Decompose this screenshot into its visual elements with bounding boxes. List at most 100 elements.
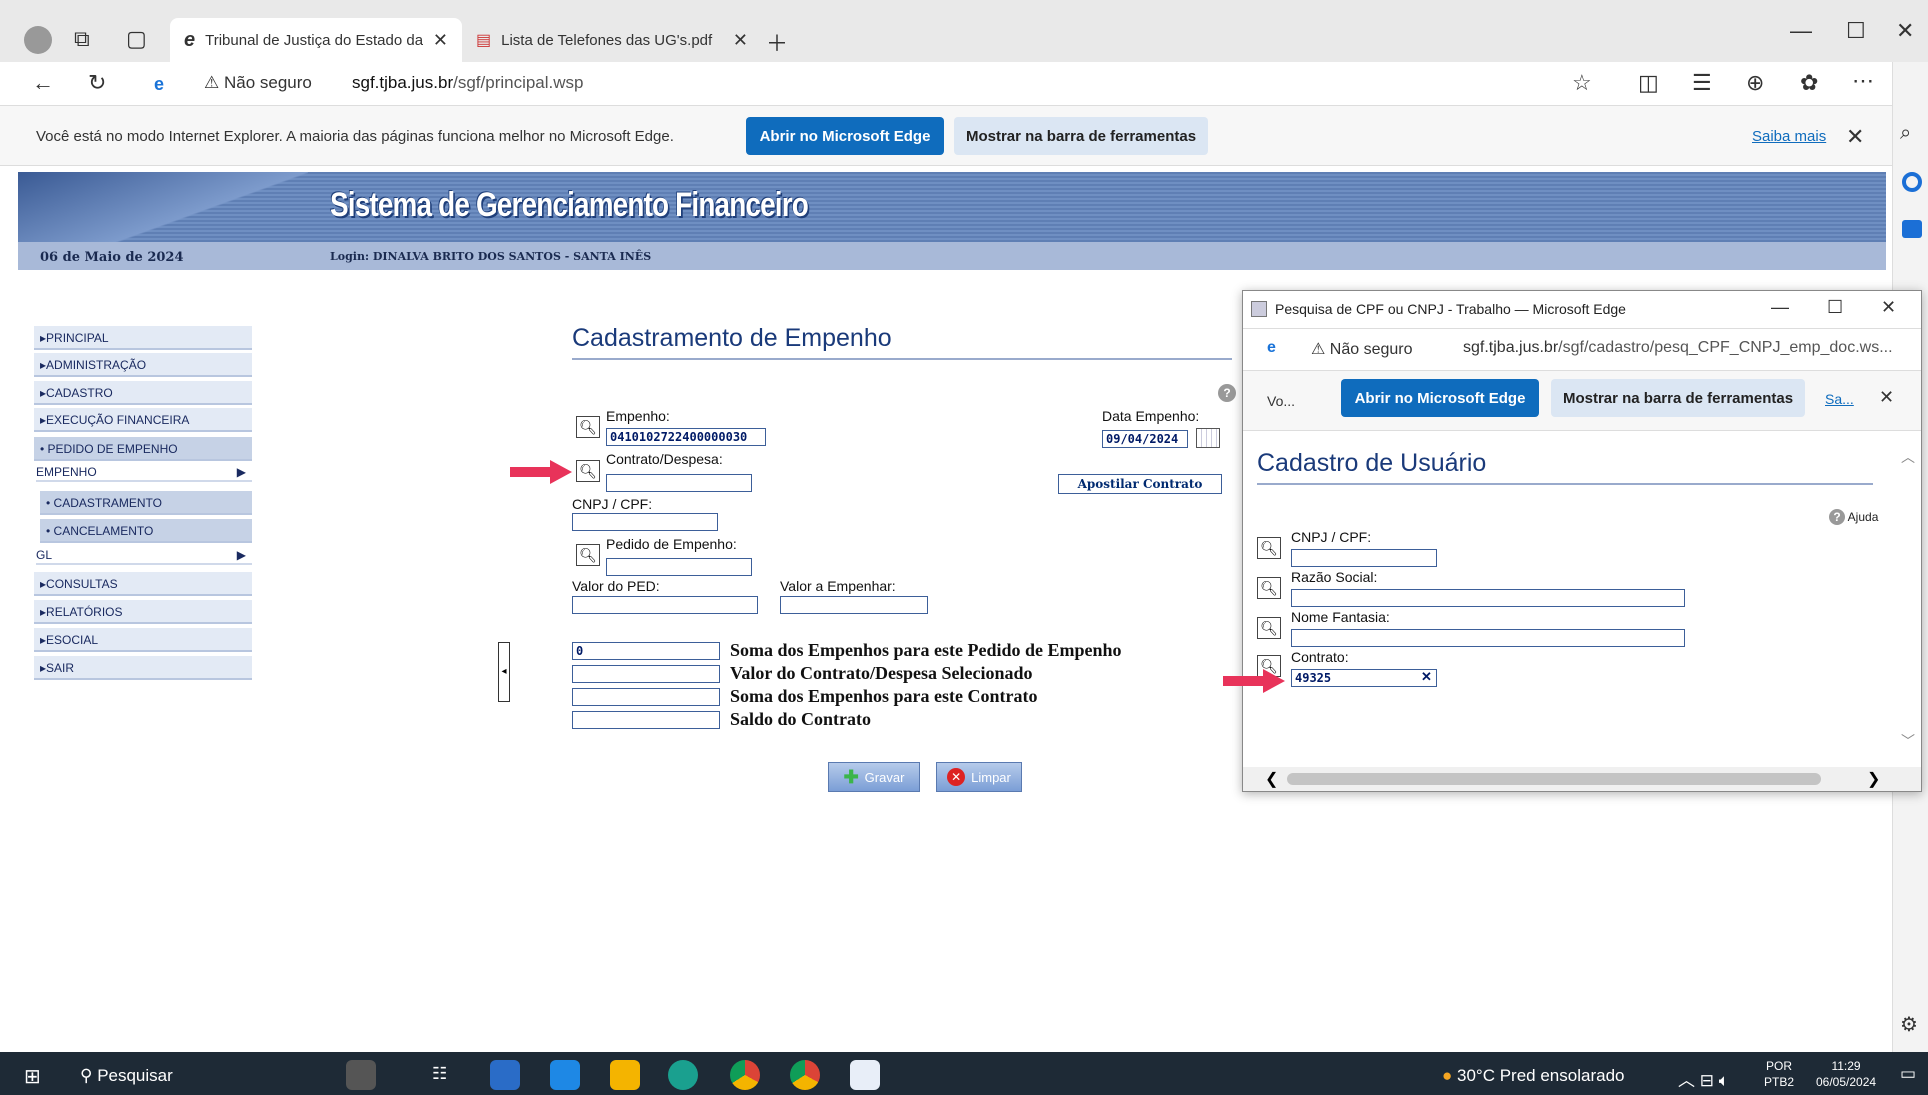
- pedido-input[interactable]: [606, 558, 752, 576]
- popup-scroll-right-icon[interactable]: ❯: [1867, 769, 1880, 789]
- profile-icon[interactable]: [24, 26, 52, 54]
- popup-search-fantasia-icon[interactable]: 🔍︎: [1257, 617, 1281, 639]
- search-empenho-icon[interactable]: 🔍︎: [576, 416, 600, 438]
- popup-search-razao-icon[interactable]: 🔍︎: [1257, 577, 1281, 599]
- notepad-icon[interactable]: [850, 1060, 880, 1090]
- office-icon[interactable]: [1902, 172, 1922, 192]
- taskbar-search[interactable]: ⚲ Pesquisar: [80, 1066, 173, 1086]
- tab-pdf[interactable]: ▤ Lista de Telefones das UG's.pdf ✕: [462, 18, 762, 62]
- popup-scroll-left-icon[interactable]: ❮: [1265, 769, 1278, 789]
- close-tab-icon[interactable]: ✕: [733, 30, 748, 51]
- more-icon[interactable]: ⋯: [1852, 68, 1874, 94]
- task-view-icon[interactable]: ☷: [432, 1064, 447, 1084]
- ie-mode-icon[interactable]: e: [154, 74, 164, 95]
- menu-administracao[interactable]: ▸ADMINISTRAÇÃO: [34, 353, 252, 377]
- menu-consultas[interactable]: ▸CONSULTAS: [34, 572, 252, 596]
- open-edge-button[interactable]: Abrir no Microsoft Edge: [746, 117, 944, 155]
- popup-help[interactable]: ? Ajuda: [1829, 509, 1878, 525]
- popup-show-toolbar-button[interactable]: Mostrar na barra de ferramentas: [1551, 379, 1805, 417]
- security-warning[interactable]: ⚠ Não seguro: [204, 73, 312, 93]
- menu-empenho[interactable]: EMPENHO ▶: [36, 462, 252, 482]
- empenho-input[interactable]: 0410102722400000030: [606, 428, 766, 446]
- valor-empenhar-input[interactable]: [780, 596, 928, 614]
- menu-sair[interactable]: ▸SAIR: [34, 656, 252, 680]
- popup-search-cnpj-icon[interactable]: 🔍︎: [1257, 537, 1281, 559]
- search-sidebar-icon[interactable]: ⌕: [1900, 122, 1911, 145]
- clock[interactable]: 11:29 06/05/2024: [1816, 1058, 1876, 1090]
- popup-minimize-icon[interactable]: —: [1771, 297, 1789, 318]
- menu-cancelamento[interactable]: • CANCELAMENTO: [40, 519, 252, 543]
- chrome-icon[interactable]: [730, 1060, 760, 1090]
- minimize-icon[interactable]: —: [1790, 18, 1812, 44]
- popup-scroll-thumb[interactable]: [1287, 773, 1821, 785]
- show-toolbar-button[interactable]: Mostrar na barra de ferramentas: [954, 117, 1208, 155]
- close-banner-icon[interactable]: ✕: [1846, 124, 1864, 150]
- gravar-button[interactable]: ✚ Gravar: [828, 762, 920, 792]
- close-tab-icon[interactable]: ✕: [433, 30, 448, 51]
- language-indicator[interactable]: POR PTB2: [1764, 1058, 1794, 1090]
- popup-security-warning[interactable]: ⚠ Não seguro: [1311, 339, 1413, 359]
- popup-fantasia-input[interactable]: [1291, 629, 1685, 647]
- menu-gl[interactable]: GL ▶: [36, 545, 252, 565]
- popup-cnpj-input[interactable]: [1291, 549, 1437, 567]
- collections-icon[interactable]: ⊕: [1746, 70, 1764, 96]
- workspaces-icon[interactable]: ⧉: [74, 26, 90, 52]
- popup-horizontal-scrollbar[interactable]: ❮ ❯: [1243, 767, 1921, 791]
- favorite-star-icon[interactable]: ☆: [1572, 70, 1592, 96]
- tab-actions-icon[interactable]: ▢: [126, 26, 147, 52]
- menu-esocial[interactable]: ▸ESOCIAL: [34, 628, 252, 652]
- tab-tribunal[interactable]: e Tribunal de Justiça do Estado da ✕: [170, 18, 462, 62]
- file-explorer-icon[interactable]: [610, 1060, 640, 1090]
- weather-widget[interactable]: ● 30°C Pred ensolarado: [1442, 1066, 1624, 1086]
- menu-execucao-financeira[interactable]: ▸EXECUÇÃO FINANCEIRA: [34, 408, 252, 432]
- limpar-button[interactable]: ✕ Limpar: [936, 762, 1022, 792]
- pdf-icon: ▤: [476, 32, 492, 49]
- help-icon[interactable]: ?: [1218, 384, 1236, 402]
- menu-relatorios[interactable]: ▸RELATÓRIOS: [34, 600, 252, 624]
- popup-scroll-up-icon[interactable]: ︿: [1901, 447, 1915, 467]
- outlook-icon[interactable]: [1902, 220, 1922, 238]
- valor-ped-input[interactable]: [572, 596, 758, 614]
- data-empenho-input[interactable]: 09/04/2024: [1102, 430, 1188, 448]
- menu-cadastro[interactable]: ▸CADASTRO: [34, 381, 252, 405]
- learn-more-link[interactable]: Saiba mais: [1752, 128, 1826, 145]
- popup-open-edge-button[interactable]: Abrir no Microsoft Edge: [1341, 379, 1539, 417]
- menu-principal[interactable]: ▸PRINCIPAL: [34, 326, 252, 350]
- store-icon[interactable]: [490, 1060, 520, 1090]
- split-screen-icon[interactable]: ◫: [1638, 70, 1659, 96]
- camera-app-icon[interactable]: [346, 1060, 376, 1090]
- apostilar-button[interactable]: Apostilar Contrato: [1058, 474, 1222, 494]
- extensions-icon[interactable]: ✿: [1800, 70, 1818, 96]
- mail-icon[interactable]: [550, 1060, 580, 1090]
- search-pedido-icon[interactable]: 🔍︎: [576, 544, 600, 566]
- popup-maximize-icon[interactable]: ☐: [1827, 297, 1843, 318]
- system-tray-icons[interactable]: ︿ ⊟ 🔈︎: [1678, 1066, 1729, 1091]
- popup-learn-more-link[interactable]: Sa...: [1825, 391, 1854, 407]
- chrome-profile-icon[interactable]: [790, 1060, 820, 1090]
- popup-close-banner-icon[interactable]: ✕: [1879, 387, 1894, 408]
- refresh-icon[interactable]: ↻: [88, 70, 106, 96]
- cnpj-input[interactable]: [572, 513, 718, 531]
- popup-clear-input-icon[interactable]: ✕: [1421, 669, 1432, 685]
- maximize-icon[interactable]: ☐: [1846, 18, 1866, 44]
- favorites-icon[interactable]: ☰: [1692, 70, 1712, 96]
- close-window-icon[interactable]: ✕: [1896, 18, 1914, 44]
- url-field[interactable]: sgf.tjba.jus.br/sgf/principal.wsp: [352, 73, 584, 93]
- popup-contrato-input[interactable]: 49325: [1291, 669, 1437, 687]
- popup-url-field[interactable]: sgf.tjba.jus.br/sgf/cadastro/pesq_CPF_CN…: [1463, 339, 1893, 357]
- menu-cadastramento[interactable]: • CADASTRAMENTO: [40, 491, 252, 515]
- popup-scroll-down-icon[interactable]: ﹀: [1901, 731, 1915, 751]
- contrato-input[interactable]: [606, 474, 752, 492]
- menu-pedido-empenho[interactable]: • PEDIDO DE EMPENHO: [34, 437, 252, 461]
- settings-gear-icon[interactable]: ⚙: [1900, 1012, 1918, 1037]
- back-icon[interactable]: ←: [32, 70, 54, 96]
- new-tab-icon[interactable]: ＋: [766, 26, 788, 58]
- calendar-icon[interactable]: [1196, 428, 1220, 448]
- search-contrato-icon[interactable]: 🔍︎: [576, 460, 600, 482]
- edge-taskbar-icon[interactable]: [668, 1060, 698, 1090]
- popup-razao-input[interactable]: [1291, 589, 1685, 607]
- collapse-menu-button[interactable]: ◂: [498, 642, 510, 702]
- start-icon[interactable]: ⊞: [24, 1064, 41, 1089]
- popup-close-icon[interactable]: ✕: [1881, 297, 1896, 318]
- notifications-icon[interactable]: ▭: [1900, 1064, 1916, 1084]
